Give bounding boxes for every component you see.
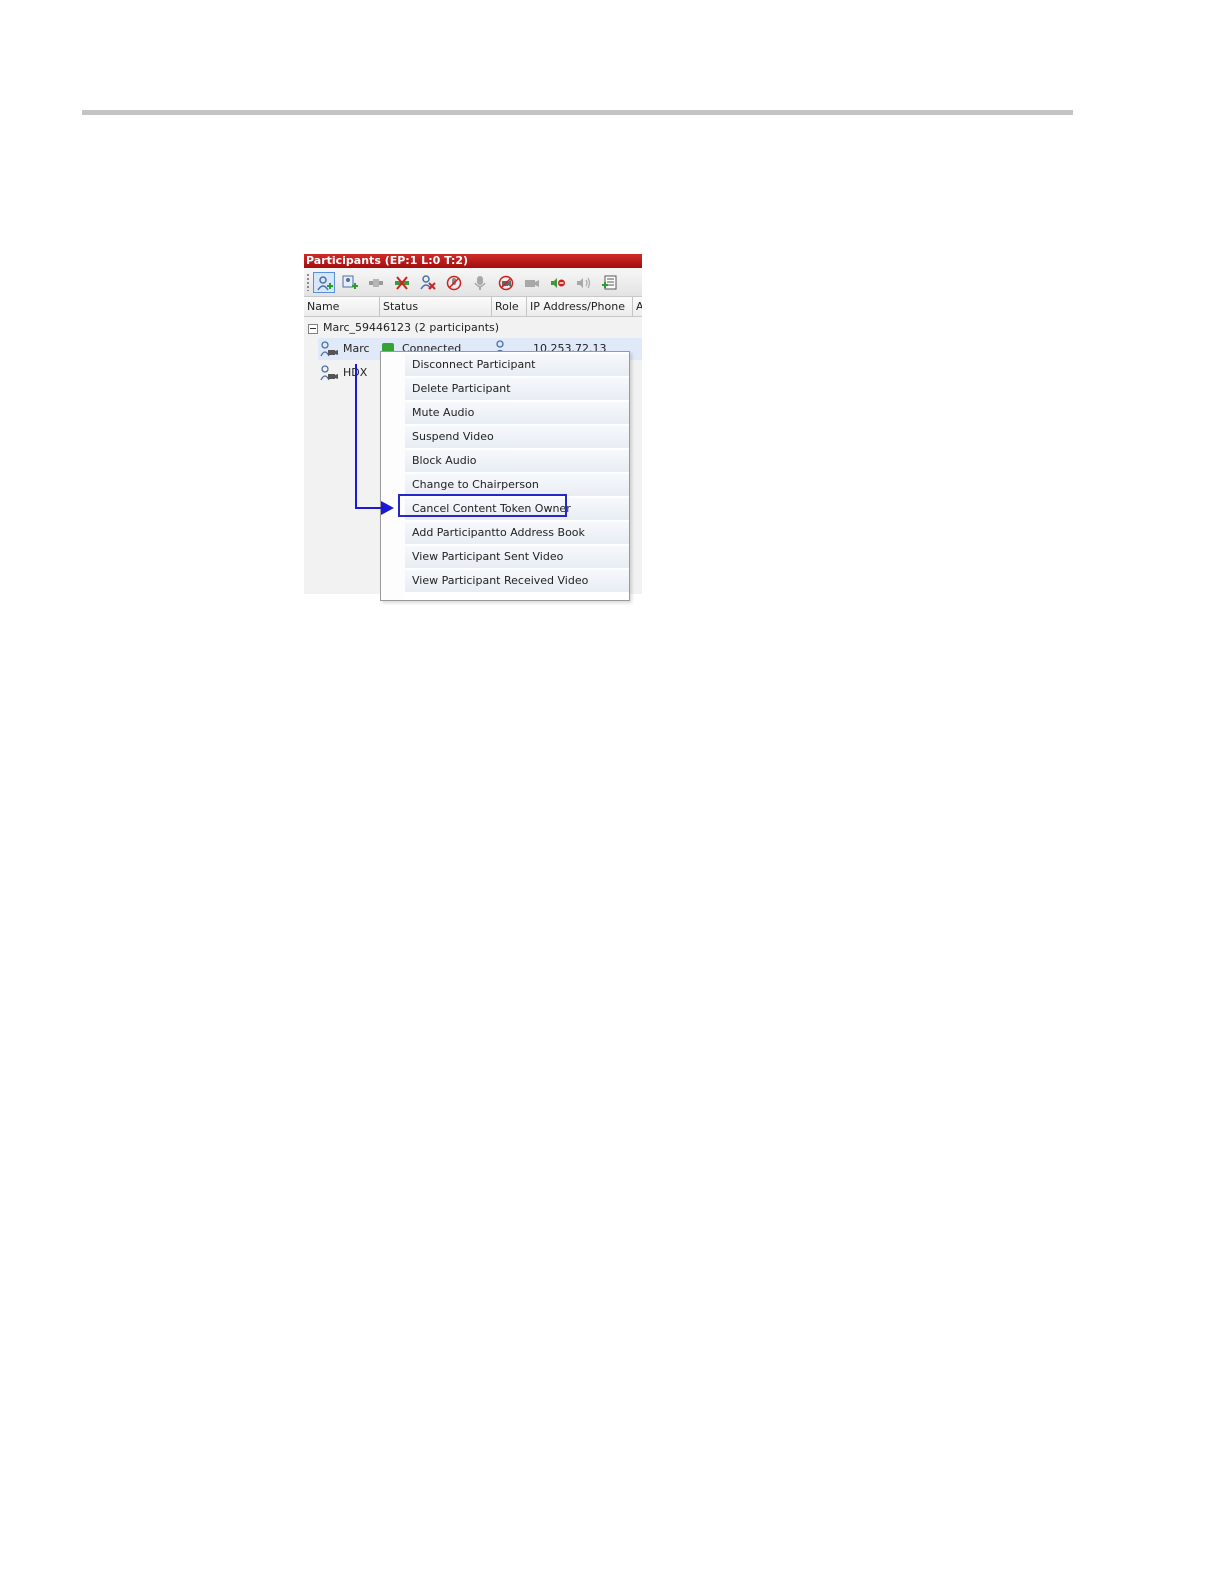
callout-arrow-line (355, 364, 357, 508)
mute-audio-button[interactable] (443, 272, 465, 293)
menu-icon-gutter (381, 352, 405, 600)
column-header-status[interactable]: Status (380, 297, 492, 316)
toolbar-grip[interactable] (307, 274, 309, 291)
column-header-ip-address[interactable]: IP Address/Phone (527, 297, 633, 316)
add-from-address-book-button[interactable] (339, 272, 361, 293)
menu-item-delete-participant[interactable]: Delete Participant (405, 378, 629, 400)
add-participant-button[interactable] (313, 272, 335, 293)
column-header-name[interactable]: Name (304, 297, 380, 316)
connect-button[interactable] (365, 272, 387, 293)
participant-context-menu: Disconnect Participant Delete Participan… (380, 351, 630, 601)
menu-item-change-to-chairperson[interactable]: Change to Chairperson (405, 474, 629, 496)
menu-item-mute-audio[interactable]: Mute Audio (405, 402, 629, 424)
conference-label: Marc_59446123 (2 participants) (323, 321, 500, 334)
connect-icon (369, 279, 383, 287)
speaker-button[interactable] (573, 272, 595, 293)
suspend-video-icon (498, 275, 514, 291)
menu-item-add-participant-to-address-book[interactable]: Add Participantto Address Book (405, 522, 629, 544)
menu-item-view-participant-received-video[interactable]: View Participant Received Video (405, 570, 629, 592)
view-properties-icon (602, 275, 617, 290)
column-header-role[interactable]: Role (492, 297, 527, 316)
speaker-icon (577, 277, 591, 289)
delete-participant-button[interactable] (417, 272, 439, 293)
menu-item-disconnect-participant[interactable]: Disconnect Participant (405, 354, 629, 376)
header-rule (82, 110, 1073, 115)
view-properties-button[interactable] (599, 272, 621, 293)
camera-button[interactable] (521, 272, 543, 293)
suspend-video-button[interactable] (495, 272, 517, 293)
microphone-icon (474, 276, 486, 290)
disconnect-button[interactable] (391, 272, 413, 293)
camera-icon (525, 280, 539, 287)
column-header-row: Name Status Role IP Address/Phone A (304, 297, 642, 317)
menu-item-view-participant-sent-video[interactable]: View Participant Sent Video (405, 546, 629, 568)
panel-title: Participants (EP:1 L:0 T:2) (304, 254, 642, 268)
participant-name: Marc (343, 342, 370, 355)
block-audio-button[interactable] (547, 272, 569, 293)
mute-audio-icon (446, 275, 462, 291)
delete-participant-icon (420, 275, 436, 290)
highlight-box (398, 494, 567, 517)
add-from-address-book-icon (342, 275, 358, 289)
participant-video-icon (320, 341, 338, 357)
microphone-button[interactable] (469, 272, 491, 293)
disconnect-icon (395, 276, 409, 290)
add-participant-icon (317, 276, 333, 291)
collapse-toggle[interactable] (308, 324, 318, 334)
participant-video-icon (320, 365, 338, 381)
callout-arrow-line (355, 507, 383, 509)
column-header-a[interactable]: A (633, 297, 642, 316)
block-audio-icon (551, 278, 565, 288)
menu-item-suspend-video[interactable]: Suspend Video (405, 426, 629, 448)
menu-item-block-audio[interactable]: Block Audio (405, 450, 629, 472)
callout-arrow-head (381, 501, 394, 515)
participants-toolbar (304, 268, 642, 297)
